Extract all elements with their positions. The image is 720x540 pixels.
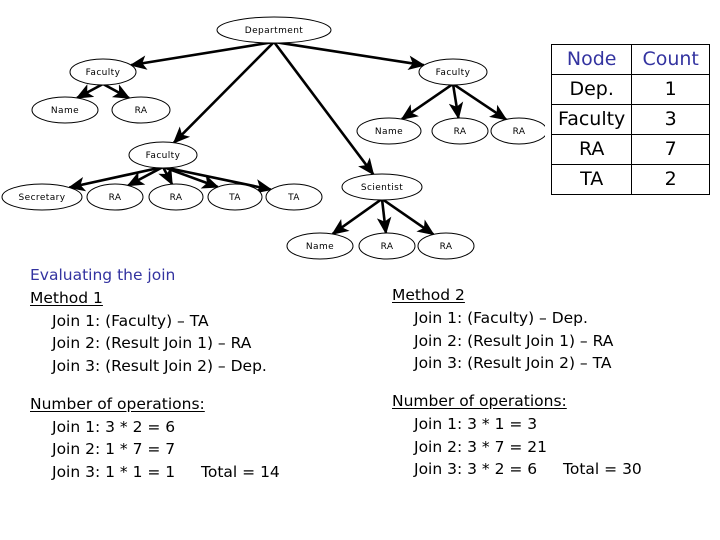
tree-node-ra-s2[interactable]: RA xyxy=(417,232,475,260)
tree-edge-scientist-to-ra-s1 xyxy=(376,198,392,235)
node-label-ra-r1: RA xyxy=(454,127,467,137)
tree-edge-scientist-to-name-s xyxy=(331,197,383,236)
tree-node-name-s[interactable]: Name xyxy=(286,232,354,260)
node-label-secretary: Secretary xyxy=(19,193,66,203)
right-spacer xyxy=(392,375,642,390)
tree-edge-department-to-faculty-r xyxy=(273,40,426,71)
node-label-ta-m1: TA xyxy=(228,193,241,203)
node-label-name-r: Name xyxy=(375,127,403,137)
method-2-ops-heading: Number of operations: xyxy=(392,392,567,411)
tree-node-layer: Department Faculty Name RA Faculty Secretary R… xyxy=(1,16,545,260)
node-label-scientist: Scientist xyxy=(361,183,403,193)
method-2-op-2: Join 2: 3 * 7 = 21 xyxy=(414,437,548,456)
node-label-ra-r2: RA xyxy=(513,127,526,137)
method-1-join-1: Join 1: (Faculty) – TA xyxy=(52,311,209,330)
method-2-heading: Method 2 xyxy=(392,286,465,304)
method-1-heading: Method 1 xyxy=(30,288,103,307)
method-1-join-2: Join 2: (Result Join 1) – RA xyxy=(52,334,252,353)
cell-node: Faculty xyxy=(550,104,633,135)
method-1-op-2: Join 2: 1 * 7 = 7 xyxy=(52,440,176,459)
tree-node-name-r[interactable]: Name xyxy=(356,117,422,145)
method-2-op-1: Join 1: 3 * 1 = 3 xyxy=(414,414,538,433)
tree-edge-scientist-to-ra-s2 xyxy=(381,197,435,236)
cell-count: 7 xyxy=(631,134,710,165)
tree-node-faculty-l[interactable]: Faculty xyxy=(69,58,137,86)
left-spacer xyxy=(30,378,280,393)
node-label-ta-m2: TA xyxy=(287,193,300,203)
tree-node-faculty-r[interactable]: Faculty xyxy=(418,58,488,86)
tree-node-ra-l[interactable]: RA xyxy=(111,96,171,124)
method-1-op-1: Join 1: 3 * 2 = 6 xyxy=(52,417,176,436)
column-header-node: Node xyxy=(550,44,633,75)
cell-count: 2 xyxy=(631,164,710,195)
node-label-ra-s1: RA xyxy=(381,242,394,252)
method-2-join-3: Join 3: (Result Join 2) – TA xyxy=(414,354,612,373)
tree-node-ra-m2[interactable]: RA xyxy=(148,183,204,211)
tree-edge-faculty-l-to-name-l xyxy=(75,82,104,100)
method-2-join-1: Join 1: (Faculty) – Dep. xyxy=(414,308,588,327)
method-2-total: Total = 30 xyxy=(563,460,642,479)
method-1-ops-heading: Number of operations: xyxy=(30,394,205,413)
tree-edge-faculty-r-to-ra-r1 xyxy=(448,83,464,120)
method-2-op-3-row: Join 3: 3 * 2 = 6 Total = 30 xyxy=(392,458,642,481)
method-1-op-3-row: Join 3: 1 * 1 = 1 Total = 14 xyxy=(30,461,280,484)
tree-edge-faculty-r-to-name-r xyxy=(400,82,454,121)
node-label-faculty-r: Faculty xyxy=(436,68,471,78)
method-1-op-3: Join 3: 1 * 1 = 1 xyxy=(52,463,176,482)
method-1-block: Evaluating the join Method 1 Join 1: (Fa… xyxy=(30,264,280,484)
tree-node-ra-r2[interactable]: RA xyxy=(490,117,545,145)
tree-edge-department-to-scientist xyxy=(272,41,375,176)
count-table-body: Dep. 1 Faculty 3 RA 7 TA 2 xyxy=(550,74,710,195)
node-label-ra-l: RA xyxy=(135,106,148,116)
node-label-faculty-m: Faculty xyxy=(146,151,181,161)
tree-node-ra-m1[interactable]: RA xyxy=(86,183,144,211)
tree-node-ra-s1[interactable]: RA xyxy=(358,232,416,260)
tree-node-ta-m2[interactable]: TA xyxy=(265,183,323,211)
tree-edge-faculty-l-to-ra-l xyxy=(102,82,131,100)
tree-edge-faculty-r-to-ra-r2 xyxy=(452,82,508,121)
count-table-header: Node Count xyxy=(550,44,710,75)
node-label-department: Department xyxy=(245,26,304,36)
method-2-join-2: Join 2: (Result Join 1) – RA xyxy=(414,331,614,350)
department-tree-diagram: Department Faculty Name RA Faculty Secretary R… xyxy=(0,0,545,265)
tree-node-department[interactable]: Department xyxy=(216,16,332,44)
cell-node: Dep. xyxy=(550,74,633,105)
cell-count: 1 xyxy=(631,74,710,105)
node-label-ra-s2: RA xyxy=(440,242,453,252)
method-2-op-3: Join 3: 3 * 2 = 6 xyxy=(414,460,538,479)
cell-node: TA xyxy=(550,164,633,195)
cell-count: 3 xyxy=(631,104,710,135)
method-1-join-3: Join 3: (Result Join 2) – Dep. xyxy=(52,357,267,376)
tree-node-ra-r1[interactable]: RA xyxy=(431,117,489,145)
node-count-table: Node Count Dep. 1 Faculty 3 RA 7 TA 2 xyxy=(550,44,710,195)
page-title: Evaluating the join xyxy=(30,266,176,284)
table-header-row: Node Count xyxy=(550,44,710,75)
method-2-block: Method 2 Join 1: (Faculty) – Dep. Join 2… xyxy=(392,284,642,481)
tree-edge-department-to-faculty-l xyxy=(129,40,275,70)
node-label-ra-m1: RA xyxy=(109,193,122,203)
tree-edge-department-to-faculty-m xyxy=(172,41,275,144)
node-label-ra-m2: RA xyxy=(170,193,183,203)
table-row: Faculty 3 xyxy=(550,104,710,135)
method-1-total: Total = 14 xyxy=(201,463,280,482)
tree-node-ta-m1[interactable]: TA xyxy=(207,183,263,211)
cell-node: RA xyxy=(550,134,633,165)
tree-node-faculty-m[interactable]: Faculty xyxy=(128,141,198,169)
tree-node-secretary[interactable]: Secretary xyxy=(1,183,83,211)
tree-node-name-l[interactable]: Name xyxy=(31,96,99,124)
tree-svg-canvas: Department Faculty Name RA Faculty Secretary R… xyxy=(1,16,545,260)
node-label-name-l: Name xyxy=(51,106,79,116)
column-header-count: Count xyxy=(631,44,710,75)
tree-node-scientist[interactable]: Scientist xyxy=(341,173,423,201)
node-label-faculty-l: Faculty xyxy=(86,68,121,78)
table-row: RA 7 xyxy=(550,134,710,165)
table-row: TA 2 xyxy=(550,164,710,195)
table-row: Dep. 1 xyxy=(550,74,710,105)
node-label-name-s: Name xyxy=(306,242,334,252)
